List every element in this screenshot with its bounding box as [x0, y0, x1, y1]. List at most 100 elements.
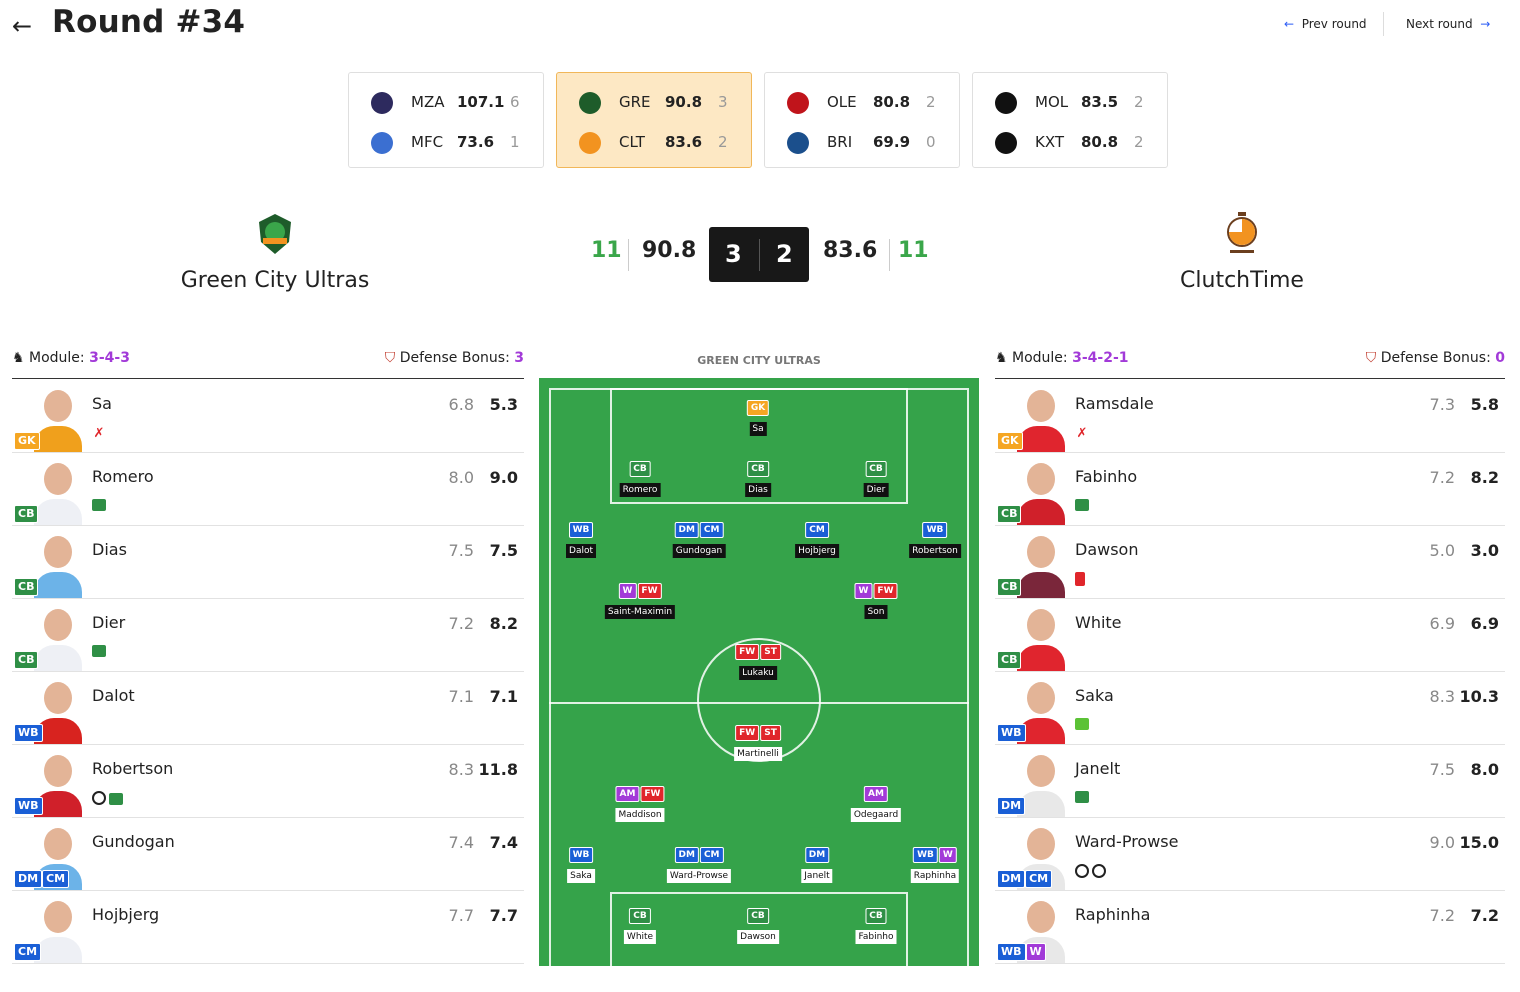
match-team-row: MZA 107.1 6: [349, 92, 545, 114]
team-logo-icon: [995, 92, 1017, 114]
role-badge: WB: [922, 522, 948, 538]
pitch-player-token[interactable]: GK Sa: [746, 400, 770, 436]
player-vote: 7.7: [448, 906, 474, 925]
player-row[interactable]: GK Ramsdale ✗ 7.3 5.8: [995, 380, 1505, 453]
role-badge: W: [854, 583, 873, 599]
pitch-player-token[interactable]: CB Dawson: [737, 908, 779, 944]
role-badge: CB: [997, 505, 1022, 523]
pitch-player-token[interactable]: W FW Saint-Maximin: [604, 583, 676, 619]
token-name: Dias: [745, 483, 771, 497]
prev-round-link[interactable]: ← Prev round: [1284, 17, 1367, 31]
player-row[interactable]: DM Janelt 7.5 8.0: [995, 745, 1505, 818]
player-events: ✗: [1075, 426, 1092, 442]
player-name: Saka: [1075, 686, 1114, 705]
pitch-player-token[interactable]: W FW Son: [854, 583, 898, 619]
match-card[interactable]: OLE 80.8 2 BRI 69.9 0: [764, 72, 960, 168]
role-badge: WB: [568, 847, 594, 863]
away-defense-bonus: ⛉ Defense Bonus: 0: [1366, 350, 1505, 366]
arrow-left-icon: ←: [1284, 17, 1295, 31]
role-badge: CM: [14, 943, 42, 961]
match-card[interactable]: MZA 107.1 6 MFC 73.6 1: [348, 72, 544, 168]
player-row[interactable]: WB W Raphinha 7.2 7.2: [995, 891, 1505, 964]
arrow-right-icon: →: [1480, 17, 1491, 31]
match-card[interactable]: GRE 90.8 3 CLT 83.6 2: [556, 72, 752, 168]
role-badge: DM: [674, 847, 699, 863]
pitch-player-token[interactable]: CM Hojbjerg: [795, 522, 839, 558]
player-row[interactable]: CB Dier 7.2 8.2: [12, 599, 524, 672]
pitch-player-token[interactable]: FW ST Martinelli: [734, 725, 782, 761]
token-roles: CB: [737, 908, 779, 924]
role-badge: CM: [1025, 870, 1053, 888]
role-badge: WB: [14, 797, 43, 815]
player-row[interactable]: CB Fabinho 7.2 8.2: [995, 453, 1505, 526]
pitch-player-token[interactable]: CB Dier: [863, 461, 889, 497]
role-badge: DM: [674, 522, 699, 538]
role-badges: CB: [997, 651, 1022, 669]
goal-conceded-icon: ✗: [93, 426, 105, 441]
match-team-row: MFC 73.6 1: [349, 132, 545, 154]
clean-sheet-icon: [92, 499, 106, 511]
pitch-player-token[interactable]: WB Dalot: [566, 522, 596, 558]
token-roles: FW ST: [735, 644, 781, 660]
pitch-player-token[interactable]: FW ST Lukaku: [735, 644, 781, 680]
player-row[interactable]: CB Dawson 5.0 3.0: [995, 526, 1505, 599]
role-badges: WB: [997, 724, 1026, 742]
clean-sheet-icon: [92, 645, 106, 657]
next-round-link[interactable]: Next round →: [1406, 17, 1490, 31]
token-roles: DM CM: [667, 847, 731, 863]
token-name: White: [623, 930, 657, 944]
role-badge: CB: [14, 505, 39, 523]
token-roles: WB: [566, 522, 596, 538]
token-name: Janelt: [801, 869, 833, 883]
player-name: White: [1075, 613, 1122, 632]
pitch-player-token[interactable]: CB Dias: [745, 461, 771, 497]
player-row[interactable]: WB Robertson 8.3 11.8: [12, 745, 524, 818]
role-badges: GK: [997, 432, 1023, 450]
token-name: Gundogan: [672, 544, 726, 558]
player-row[interactable]: DM CM Ward-Prowse 9.0 15.0: [995, 818, 1505, 891]
role-badge: FW: [637, 583, 662, 599]
pitch-player-token[interactable]: CB Fabinho: [855, 908, 897, 944]
home-player-count: 11: [591, 238, 622, 263]
role-badge: CB: [747, 461, 769, 477]
nav-divider: [1383, 12, 1384, 36]
role-badges: CB: [14, 505, 39, 523]
pitch-player-token[interactable]: CB Romero: [619, 461, 661, 497]
player-vote: 8.3: [1429, 687, 1455, 706]
role-badge: CB: [747, 908, 769, 924]
player-row[interactable]: CB White 6.9 6.9: [995, 599, 1505, 672]
away-team-header: ClutchTime: [1117, 212, 1367, 293]
token-name: Romero: [619, 483, 661, 497]
player-row[interactable]: WB Saka 8.3 10.3: [995, 672, 1505, 745]
team-logo-icon: [995, 132, 1017, 154]
pitch-player-token[interactable]: WB Saka: [567, 847, 595, 883]
home-goals: 3: [725, 240, 742, 268]
player-row[interactable]: WB Dalot 7.1 7.1: [12, 672, 524, 745]
back-arrow-icon[interactable]: ←: [12, 14, 32, 38]
player-row[interactable]: CB Romero 8.0 9.0: [12, 453, 524, 526]
player-photo: [1015, 605, 1067, 671]
player-row[interactable]: GK Sa ✗ 6.8 5.3: [12, 380, 524, 453]
pitch-player-token[interactable]: WB W Raphinha: [910, 847, 960, 883]
team-points: 80.8: [1081, 133, 1119, 151]
player-row[interactable]: CM Hojbjerg 7.7 7.7: [12, 891, 524, 964]
pitch-player-token[interactable]: CB White: [623, 908, 657, 944]
player-row[interactable]: DM CM Gundogan 7.4 7.4: [12, 818, 524, 891]
pitch-player-token[interactable]: DM CM Ward-Prowse: [666, 847, 732, 883]
pitch-player-token[interactable]: DM Janelt: [801, 847, 833, 883]
player-row[interactable]: CB Dias 7.5 7.5: [12, 526, 524, 599]
player-name: Dalot: [92, 686, 135, 705]
role-badge: CB: [14, 651, 39, 669]
player-name: Ramsdale: [1075, 394, 1154, 413]
role-badges: CB: [14, 651, 39, 669]
pitch-player-token[interactable]: AM Odegaard: [850, 786, 902, 822]
pitch-player-token[interactable]: AM FW Maddison: [615, 786, 665, 822]
pitch-player-token[interactable]: WB Robertson: [909, 522, 961, 558]
token-name: Saka: [567, 869, 595, 883]
page-header: ← Round #34 ← Prev round Next round →: [0, 0, 1520, 50]
role-badge: GK: [997, 432, 1023, 450]
pitch-player-token[interactable]: DM CM Gundogan: [672, 522, 726, 558]
match-card[interactable]: MOL 83.5 2 KXT 80.8 2: [972, 72, 1168, 168]
role-badge: FW: [735, 644, 760, 660]
token-name: Fabinho: [855, 930, 897, 944]
